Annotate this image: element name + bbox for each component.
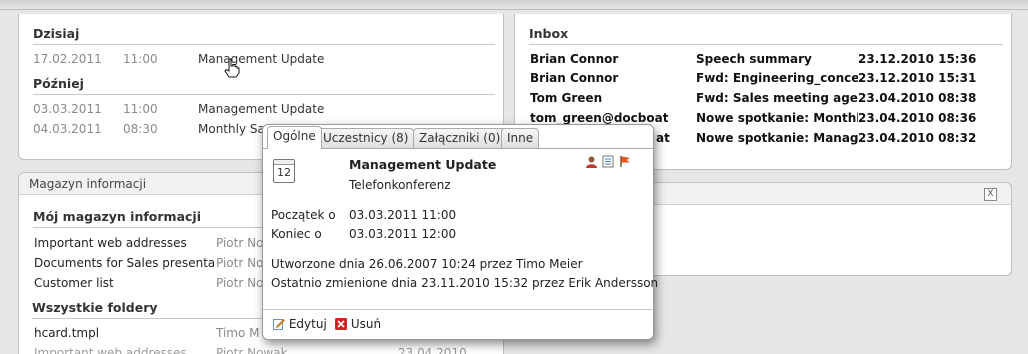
mail-from: Tom Green <box>530 91 603 105</box>
edit-label: Edytuj <box>288 317 327 331</box>
item-date: 23.04.2010 <box>398 346 467 354</box>
item-owner: Piotr No <box>216 276 264 290</box>
mail-from: Brian Connor <box>530 71 619 85</box>
appointment-date: 03.03.2011 <box>33 102 102 116</box>
mail-date: 23.12.2010 15:31 <box>858 71 977 85</box>
mail-subject: Speech summary <box>696 52 812 66</box>
tab-attachments[interactable]: Załączniki (0) <box>413 128 507 148</box>
magazine-title: Magazyn informacji <box>29 177 147 191</box>
mail-date: 23.04.2010 08:38 <box>858 91 977 105</box>
item-owner: Timo M <box>216 326 260 340</box>
delete-label: Usuń <box>350 317 382 331</box>
edit-button[interactable]: Edytuj <box>273 317 327 331</box>
appointment-title[interactable]: Management Update <box>198 52 324 66</box>
mail-from: tom_green@docboat <box>530 111 669 125</box>
tab-general[interactable]: Ogólne <box>267 126 322 149</box>
popup-title: Management Update <box>349 157 497 172</box>
appointment-time: 11:00 <box>123 52 158 66</box>
calendar-icon-day: 12 <box>277 166 291 179</box>
appointment-popup: Ogólne Uczestnicy (8) Załączniki (0) Inn… <box>262 124 658 340</box>
mail-subject: Nowe spotkanie: Manager <box>696 131 858 145</box>
mail-date: 23.04.2010 08:32 <box>858 131 977 145</box>
item-name: Important web addresses <box>34 346 187 354</box>
item-name: Important web addresses <box>34 236 187 250</box>
mail-date: 23.04.2010 08:36 <box>858 111 977 125</box>
item-name: hcard.tmpl <box>34 326 100 340</box>
appointment-time: 08:30 <box>123 122 158 136</box>
flag-icon[interactable] <box>619 155 631 168</box>
hand-cursor-icon <box>224 58 240 78</box>
mail-from: at <box>656 131 670 145</box>
popup-subtitle: Telefonkonferenz <box>349 178 451 192</box>
item-name: Customer list <box>34 276 114 290</box>
close-icon[interactable]: X <box>984 188 997 201</box>
mail-subject: Fwd: Sales meeting agen <box>696 91 858 105</box>
edit-icon <box>273 319 285 330</box>
mail-date: 23.12.2010 15:36 <box>858 52 977 66</box>
screenshot-top-edge <box>0 0 1028 10</box>
popup-footer-divider <box>263 309 653 310</box>
appointment-date: 17.02.2011 <box>33 52 102 66</box>
delete-icon <box>335 318 347 330</box>
end-label: Koniec o <box>271 227 322 241</box>
appointment-title[interactable]: Management Update <box>198 102 324 116</box>
appointment-title[interactable]: Monthly Sa <box>198 122 265 136</box>
mail-subject: Nowe spotkanie: Monthly <box>696 111 858 125</box>
calendar-icon: 12 <box>273 159 295 183</box>
inbox-heading: Inbox <box>529 26 1003 45</box>
item-owner: Piotr No <box>216 236 264 250</box>
mail-subject: Fwd: Engineering_concep <box>696 71 858 85</box>
tab-participants[interactable]: Uczestnicy (8) <box>317 128 415 148</box>
created-info: Utworzone dnia 26.06.2007 10:24 przez Ti… <box>271 257 583 271</box>
appointment-date: 04.03.2011 <box>33 122 102 136</box>
later-heading: Później <box>33 76 495 95</box>
start-value: 03.03.2011 11:00 <box>349 208 457 222</box>
item-name: Documents for Sales presentati <box>34 256 214 270</box>
start-label: Początek o <box>271 208 336 222</box>
participants-icon[interactable] <box>585 156 598 168</box>
appointment-time: 11:00 <box>123 102 158 116</box>
end-value: 03.03.2011 12:00 <box>349 227 457 241</box>
mail-from: Brian Connor <box>530 52 619 66</box>
tab-other[interactable]: Inne <box>501 128 540 148</box>
delete-button[interactable]: Usuń <box>335 317 381 331</box>
item-owner: Piotr Nowak <box>216 346 288 354</box>
today-heading: Dzisiaj <box>33 26 495 45</box>
item-owner: Piotr No <box>216 256 264 270</box>
document-icon[interactable] <box>602 155 614 168</box>
modified-info: Ostatnio zmienione dnia 23.11.2010 15:32… <box>271 276 659 290</box>
